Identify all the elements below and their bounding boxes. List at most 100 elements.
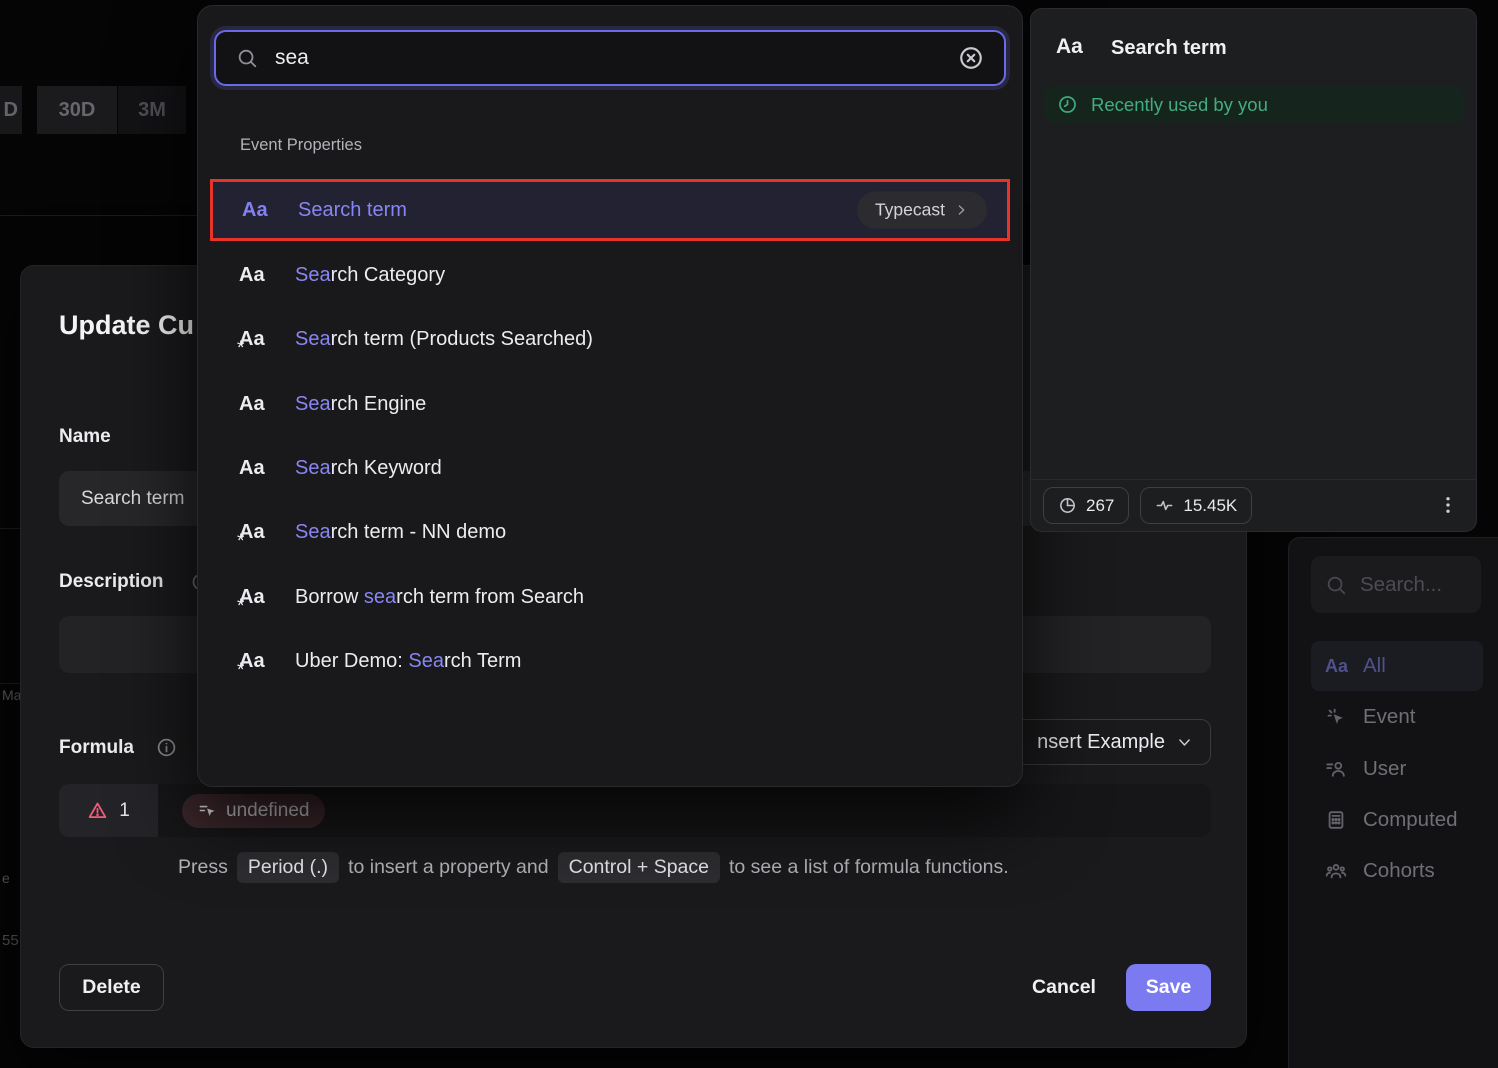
text-type-icon: Aa	[1056, 35, 1083, 59]
property-label: Search term	[298, 199, 407, 222]
delete-button[interactable]: Delete	[59, 964, 164, 1011]
sidebar-filter-event[interactable]: Event	[1311, 692, 1483, 742]
sidebar-filter-user[interactable]: User	[1311, 744, 1483, 794]
stat-value: 15.45K	[1183, 496, 1237, 516]
sidebar-filter-label: Computed	[1363, 808, 1458, 832]
annotation-highlight-box: AaSearch term Typecast	[210, 179, 1010, 241]
custom-property-icon	[198, 801, 217, 820]
formula-label: Formula	[59, 737, 134, 759]
hint-text: Press	[178, 856, 228, 879]
sidebar-filter-cohorts[interactable]: Cohorts	[1311, 846, 1483, 896]
sidebar-filter-label: Event	[1363, 705, 1415, 729]
sidebar-filter-label: All	[1363, 654, 1386, 678]
text-type-icon: Aa*	[239, 586, 295, 609]
property-list-item[interactable]: AaSearch Keyword	[210, 436, 1010, 500]
stat-pill[interactable]: 15.45K	[1140, 487, 1252, 524]
recently-used-label: Recently used by you	[1091, 94, 1268, 116]
property-label: Search term - NN demo	[295, 521, 506, 544]
detail-panel-title: Search term	[1111, 37, 1227, 60]
custom-property-star: *	[237, 338, 244, 360]
search-icon	[1325, 574, 1347, 596]
property-list-item[interactable]: Aa*Search term - NN demo	[210, 500, 1010, 564]
filter-sidebar: Search... Aa All Event User Computed Cohorts	[1288, 537, 1498, 1068]
chevron-right-icon	[954, 203, 969, 218]
computed-icon	[1325, 809, 1347, 831]
property-list-item[interactable]: AaSearch term Typecast	[213, 182, 1007, 238]
pie-chart-icon	[1058, 496, 1077, 515]
stat-pill[interactable]: 267	[1043, 487, 1129, 524]
text-type-icon: Aa*	[239, 650, 295, 673]
save-button[interactable]: Save	[1126, 964, 1211, 1011]
sidebar-filter-computed[interactable]: Computed	[1311, 795, 1483, 845]
property-label: Search term (Products Searched)	[295, 328, 593, 351]
insert-example-button[interactable]: nsert Example	[1011, 719, 1211, 765]
formula-chip-label: undefined	[226, 800, 309, 822]
recently-used-badge: Recently used by you	[1044, 86, 1463, 123]
chevron-down-icon	[1176, 734, 1193, 751]
property-search-overlay: sea Event Properties AaSearch termTypeca…	[197, 5, 1023, 787]
property-label: Search Category	[295, 264, 445, 287]
description-label: Description	[59, 571, 164, 593]
sidebar-search-input[interactable]: Search...	[1311, 556, 1481, 613]
typecast-label: Typecast	[875, 200, 945, 221]
formula-undefined-chip[interactable]: undefined	[182, 794, 325, 828]
time-range-tab-3m[interactable]: 3M	[118, 86, 186, 134]
activity-icon	[1155, 496, 1174, 515]
time-range-tab-7d[interactable]: D	[0, 86, 22, 134]
kebab-menu-icon	[1438, 495, 1458, 515]
custom-property-star: *	[237, 531, 244, 553]
sidebar-search-placeholder: Search...	[1360, 573, 1442, 597]
cancel-button[interactable]: Cancel	[1014, 964, 1114, 1011]
custom-property-star: *	[237, 660, 244, 682]
sidebar-filter-all[interactable]: Aa All	[1311, 641, 1483, 691]
sidebar-filter-label: User	[1363, 757, 1406, 781]
clock-icon	[1057, 94, 1078, 115]
text-type-icon: Aa	[1325, 656, 1347, 677]
formula-input[interactable]: undefined	[158, 784, 1211, 837]
property-label: Search Engine	[295, 393, 426, 416]
property-list: AaSearch termTypecastAaSearch CategoryAa…	[198, 6, 1022, 786]
property-list-item[interactable]: AaSearch Category	[210, 243, 1010, 307]
property-list-item[interactable]: Aa*Borrow search term from Search	[210, 565, 1010, 629]
text-type-icon: Aa	[239, 393, 295, 416]
property-list-item[interactable]: Aa*Uber Demo: Search Term	[210, 629, 1010, 693]
more-options-button[interactable]	[1431, 488, 1465, 522]
insert-example-label: nsert Example	[1037, 731, 1165, 754]
property-list-item[interactable]: AaSearch Engine	[210, 372, 1010, 436]
property-list-item[interactable]: Aa*Search term (Products Searched)	[210, 307, 1010, 371]
name-label: Name	[59, 426, 111, 448]
detail-stats-row: 267 15.45K	[1043, 487, 1252, 524]
axis-label-fragment: 55	[2, 932, 19, 949]
app-root: { "underlay": { "tabs": [ {"label": "D"}…	[0, 0, 1498, 1068]
stat-value: 267	[1086, 496, 1114, 516]
custom-property-star: *	[237, 596, 244, 618]
period-key-chip: Period (.)	[237, 852, 339, 883]
formula-error-gutter: 1	[59, 784, 158, 837]
user-icon	[1325, 758, 1347, 780]
property-label: Uber Demo: Search Term	[295, 650, 521, 673]
time-range-tab-30d[interactable]: 30D	[37, 86, 117, 134]
divider	[1031, 479, 1476, 480]
typecast-button[interactable]: Typecast	[857, 192, 987, 229]
cohorts-icon	[1325, 860, 1347, 882]
axis-label-fragment: e	[2, 870, 10, 886]
text-type-icon: Aa	[242, 199, 298, 222]
chart-gridline	[0, 683, 20, 684]
info-icon	[156, 737, 177, 758]
control-space-key-chip: Control + Space	[558, 852, 720, 883]
chart-gridline	[0, 215, 197, 216]
formula-error-count: 1	[119, 800, 130, 822]
text-type-icon: Aa	[239, 264, 295, 287]
hint-text: to insert a property and	[348, 856, 549, 879]
property-detail-panel: Aa Search term Recently used by you 267 1…	[1030, 8, 1477, 532]
text-type-icon: Aa	[239, 457, 295, 480]
formula-hint: Press Period (.) to insert a property an…	[178, 852, 1009, 883]
modal-title: Update Cu	[59, 310, 194, 341]
name-input-value: Search term	[81, 488, 184, 510]
property-label: Borrow search term from Search	[295, 586, 584, 609]
warning-icon	[87, 800, 108, 821]
event-icon	[1325, 706, 1347, 728]
property-label: Search Keyword	[295, 457, 442, 480]
text-type-icon: Aa*	[239, 521, 295, 544]
hint-text: to see a list of formula functions.	[729, 856, 1009, 879]
